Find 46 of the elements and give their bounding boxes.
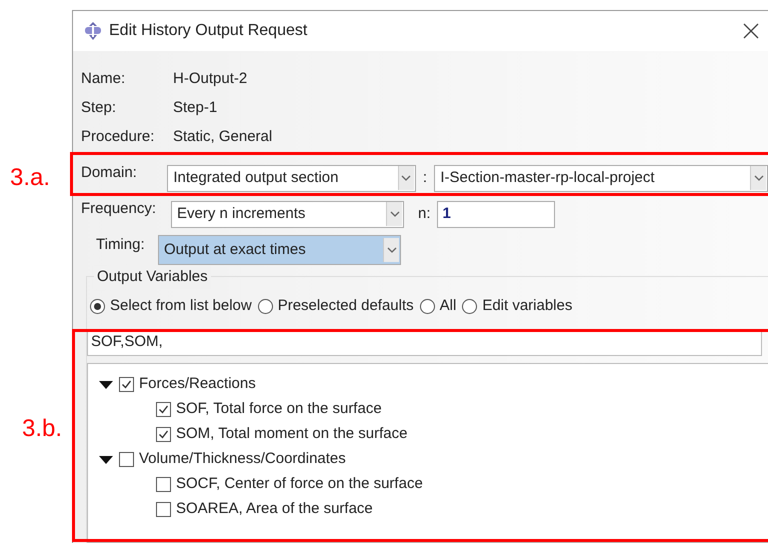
field-label: Timing: (96, 235, 146, 255)
field-label: n: (418, 204, 431, 224)
checked-checkbox[interactable] (119, 377, 134, 392)
field-value: H-Output-2 (173, 69, 248, 90)
field-value: Static, General (173, 127, 272, 148)
field-label: Name: (81, 69, 126, 90)
tree-item[interactable]: SOM, Total moment on the surface (176, 423, 408, 446)
field-value: Step-1 (173, 98, 218, 118)
radio-option[interactable]: All (420, 294, 456, 318)
expanded-triangle-icon[interactable] (98, 454, 114, 466)
expanded-triangle-icon[interactable] (98, 378, 114, 390)
tree-item[interactable]: Volume/Thickness/Coordinates (139, 448, 346, 471)
radio-option[interactable]: Select from list below (90, 294, 252, 318)
checked-checkbox[interactable] (156, 427, 171, 442)
window-title: Edit History Output Request (109, 21, 308, 41)
field-label: Step: (81, 98, 118, 118)
checked-checkbox[interactable] (156, 402, 171, 417)
separator-text: : (422, 168, 428, 188)
field-label: Frequency: (81, 199, 158, 219)
annotation-label: 3.a. (10, 163, 50, 193)
selected-radio-button[interactable] (90, 298, 105, 314)
app-icon (83, 21, 103, 41)
field-label: Domain: (81, 163, 138, 183)
radio-button[interactable] (258, 298, 273, 314)
section-dropdown[interactable]: I-Section-master-rp-local-project (434, 164, 768, 192)
tree-item[interactable]: SOCF, Center of force on the surface (176, 473, 423, 496)
checkbox[interactable] (156, 477, 171, 492)
tree-item[interactable]: Forces/Reactions (139, 373, 256, 396)
radio-button[interactable] (420, 298, 435, 314)
check-icon (158, 429, 169, 440)
domain-dropdown[interactable]: Integrated output section (167, 164, 416, 192)
tree-item[interactable]: SOAREA, Area of the surface (176, 498, 373, 521)
tree-item[interactable]: SOF, Total force on the surface (176, 398, 382, 421)
radio-option[interactable]: Edit variables (462, 294, 572, 318)
check-icon (121, 379, 132, 390)
annotation-label: 3.b. (22, 414, 62, 444)
radio-option[interactable]: Preselected defaults (258, 294, 414, 318)
frequency-dropdown[interactable]: Every n increments (171, 200, 404, 228)
close-icon[interactable] (742, 22, 760, 40)
checkbox[interactable] (119, 452, 134, 467)
check-icon (158, 404, 169, 415)
timing-dropdown[interactable]: Output at exact times (158, 235, 401, 265)
checkbox[interactable] (156, 502, 171, 517)
n-input-field[interactable]: 1 (436, 200, 555, 228)
radio-button[interactable] (462, 298, 478, 314)
field-label: Procedure: (81, 127, 156, 148)
